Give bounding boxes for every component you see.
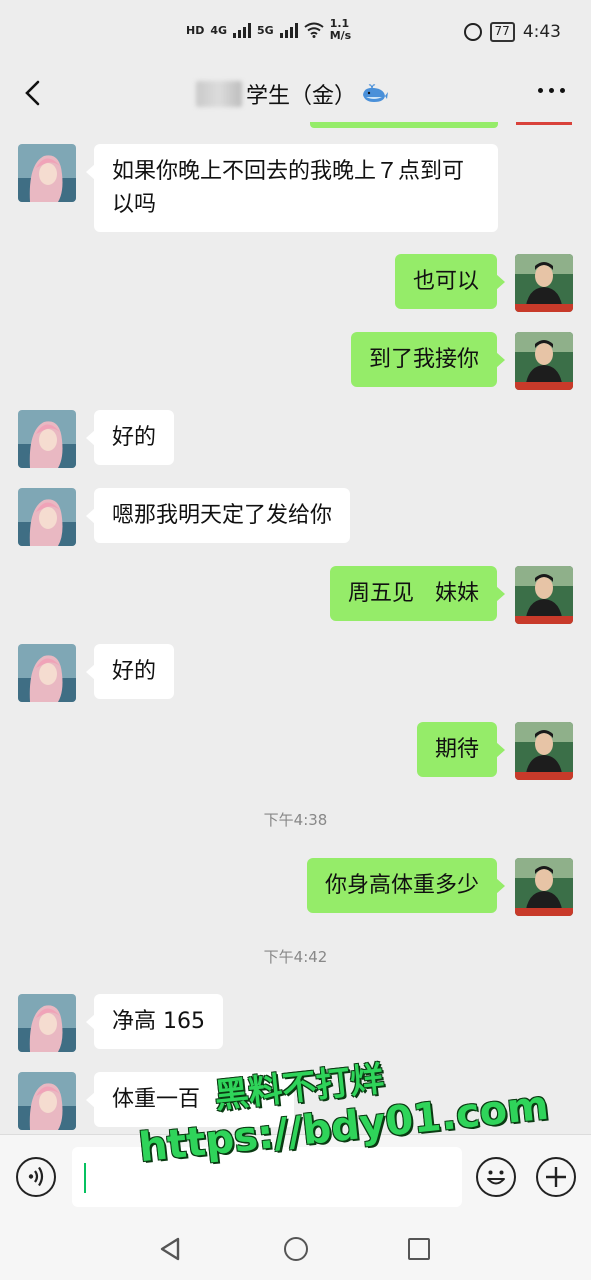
smiley-icon: [487, 1170, 505, 1185]
message-timestamp: 下午4:42: [263, 948, 328, 966]
voice-icon: [28, 1166, 44, 1187]
contact-avatar[interactable]: [18, 1072, 76, 1130]
system-back-icon[interactable]: [158, 1236, 184, 1262]
battery-icon: 77: [489, 22, 515, 42]
message-bubble: 嗯那我明天定了发给你: [85, 488, 351, 543]
more-options-icon[interactable]: [538, 88, 565, 93]
contact-avatar[interactable]: [18, 644, 76, 702]
text-cursor: [84, 1163, 86, 1193]
blurred-name: [196, 81, 242, 107]
chat-messages[interactable]: 如果你晚上不回去的我晚上７点到可以吗 也可以 到了我接你 好的 嗯那我明天定了发…: [0, 128, 591, 1134]
hd-badge: HD: [186, 23, 205, 37]
alarm-icon: [463, 23, 482, 41]
network-5g-label: 5G: [257, 23, 274, 37]
message-bubble: 也可以: [394, 254, 506, 309]
signal-icon-2: [279, 22, 298, 38]
my-avatar[interactable]: [515, 858, 573, 916]
message-bubble: 周五见 妹妹: [330, 566, 505, 621]
status-network: HD 4G 5G 1.1 M/s: [186, 18, 351, 42]
system-recents-icon[interactable]: [408, 1238, 430, 1260]
previous-avatar-edge: [516, 122, 572, 125]
message-bubble: 净高 165: [86, 994, 223, 1049]
message-bubble: 好的: [85, 410, 175, 465]
contact-avatar[interactable]: [18, 144, 76, 202]
net-speed: 1.1 M/s: [330, 18, 352, 42]
system-nav-bar: [0, 1220, 591, 1280]
chat-title-wrap: 学生（金）: [196, 74, 389, 114]
more-functions-button[interactable]: [536, 1157, 576, 1197]
network-4g-label: 4G: [210, 23, 228, 37]
message-bubble: 好的: [85, 644, 175, 699]
voice-input-button[interactable]: [16, 1157, 56, 1197]
whale-emoji-icon: [363, 84, 389, 102]
net-speed-unit: M/s: [329, 29, 352, 42]
status-right: 77 4:43: [463, 22, 561, 42]
plus-icon: [546, 1167, 566, 1187]
message-bubble: 你身高体重多少: [306, 858, 506, 913]
status-bar: HD 4G 5G 1.1 M/s 77 4:43: [0, 0, 591, 66]
back-arrow-icon[interactable]: [18, 76, 48, 110]
contact-avatar[interactable]: [18, 488, 76, 546]
my-avatar[interactable]: [515, 722, 573, 780]
chat-title: 学生（金）: [246, 84, 357, 109]
chat-header: 学生（金）: [0, 66, 591, 122]
system-home-icon[interactable]: [284, 1237, 308, 1261]
message-timestamp: 下午4:38: [263, 811, 328, 829]
message-bubble: 期待: [416, 722, 506, 777]
message-bubble: 到了我接你: [350, 332, 506, 387]
signal-icon: [233, 22, 252, 38]
emoji-button[interactable]: [476, 1157, 516, 1197]
contact-avatar[interactable]: [18, 410, 76, 468]
my-avatar[interactable]: [515, 566, 573, 624]
contact-avatar[interactable]: [18, 994, 76, 1052]
message-bubble: 如果你晚上不回去的我晚上７点到可以吗: [86, 144, 498, 232]
my-avatar[interactable]: [515, 332, 573, 390]
wifi-icon: [304, 22, 324, 38]
my-avatar[interactable]: [515, 254, 573, 312]
status-time: 4:43: [522, 22, 561, 42]
